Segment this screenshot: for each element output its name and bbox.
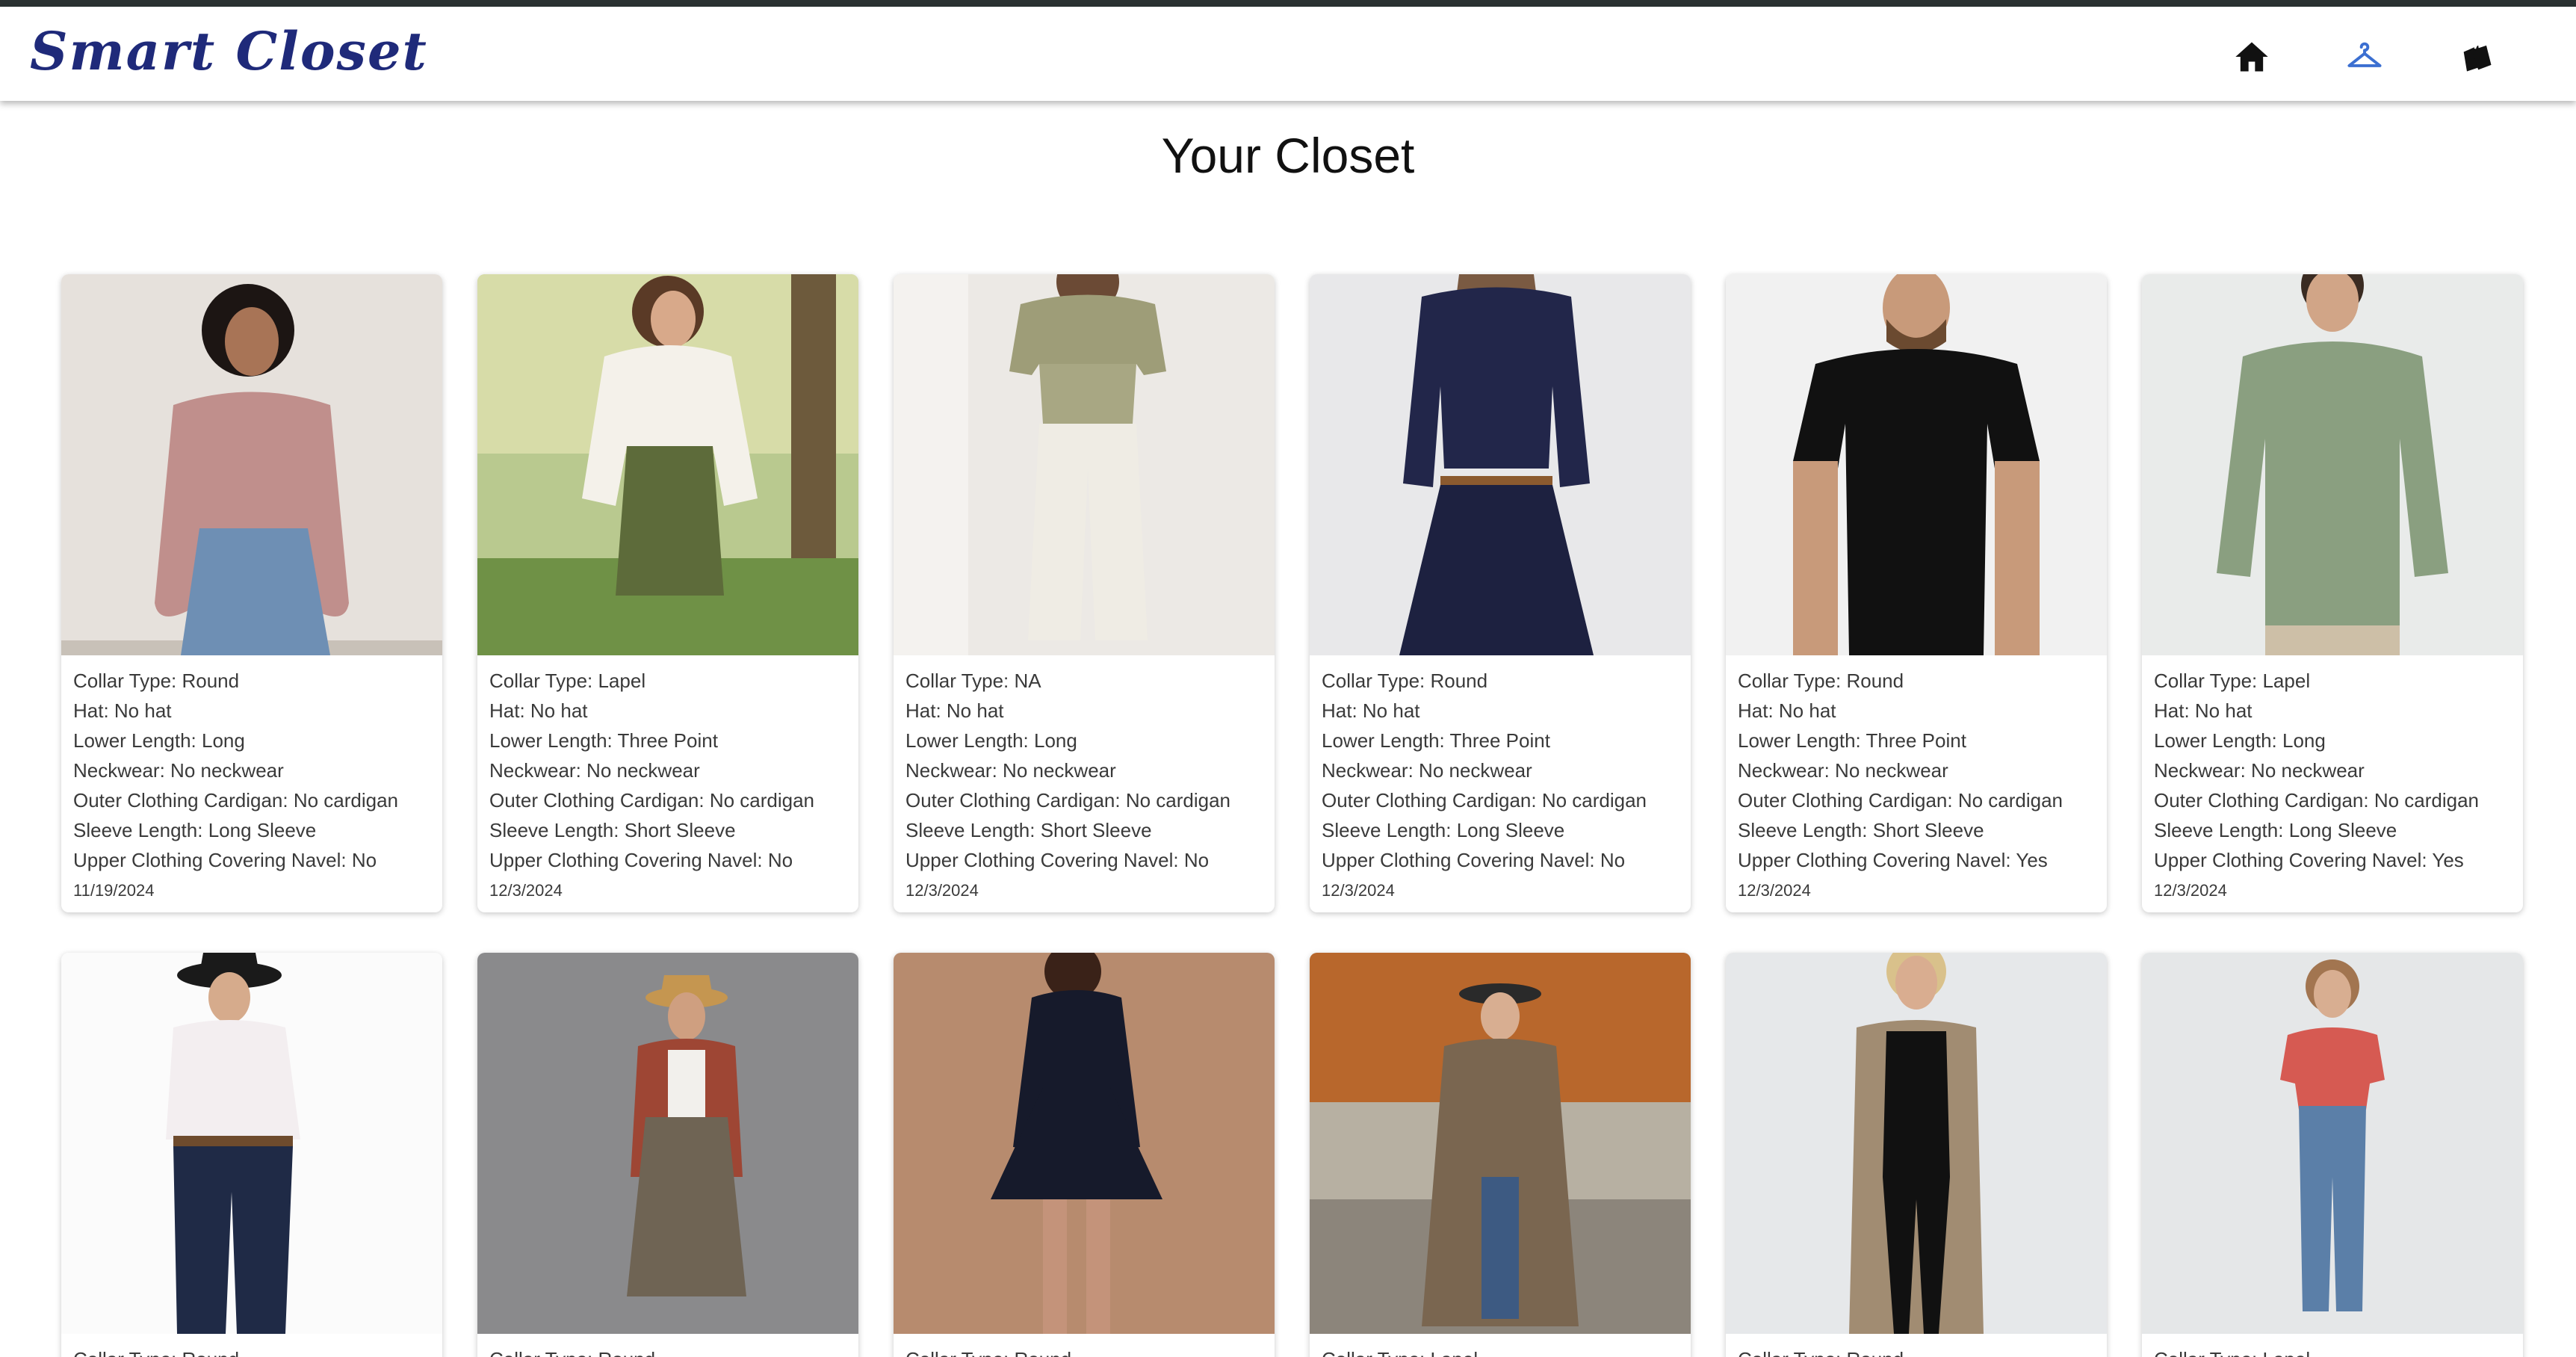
collar-type: Collar Type: Round bbox=[489, 1344, 846, 1357]
lower-length: Lower Length: Three Point bbox=[1322, 729, 1550, 752]
lower-length: Lower Length: Long bbox=[73, 729, 245, 752]
item-attributes: Collar Type: Round Hat: No hat Lower Len… bbox=[1310, 655, 1691, 912]
collar-type: Collar Type: Round bbox=[73, 1344, 430, 1357]
clothing-photo bbox=[477, 274, 858, 655]
navbar: Smart Closet bbox=[0, 7, 2576, 101]
outer-clothing-cardigan: Outer Clothing Cardigan: No cardigan bbox=[1738, 789, 2063, 812]
collar-type: Collar Type: Lapel bbox=[489, 670, 646, 692]
closet-item-card[interactable]: Collar Type: Round Hat: No hat Lower Len… bbox=[1310, 274, 1691, 912]
item-attributes: Collar Type: Round bbox=[61, 1334, 442, 1357]
sleeve-length: Sleeve Length: Short Sleeve bbox=[905, 819, 1152, 841]
closet-item-card[interactable]: Collar Type: Round Hat: No hat Lower Len… bbox=[1726, 274, 2107, 912]
sleeve-length: Sleeve Length: Long Sleeve bbox=[2154, 819, 2397, 841]
collar-type: Collar Type: Round bbox=[905, 1344, 1263, 1357]
neckwear: Neckwear: No neckwear bbox=[1322, 759, 1532, 782]
hat: Hat: No hat bbox=[489, 699, 588, 722]
item-date: 12/3/2024 bbox=[905, 881, 979, 900]
shopping-bag-icon[interactable] bbox=[2453, 34, 2500, 80]
clothing-photo bbox=[477, 953, 858, 1334]
outer-clothing-cardigan: Outer Clothing Cardigan: No cardigan bbox=[905, 789, 1231, 812]
closet-item-card[interactable]: Collar Type: Lapel bbox=[2142, 953, 2523, 1357]
neckwear: Neckwear: No neckwear bbox=[2154, 759, 2365, 782]
home-icon[interactable] bbox=[2229, 34, 2275, 80]
neckwear: Neckwear: No neckwear bbox=[1738, 759, 1948, 782]
collar-type: Collar Type: Round bbox=[1738, 1344, 2095, 1357]
item-date: 12/3/2024 bbox=[489, 881, 563, 900]
hat: Hat: No hat bbox=[73, 699, 172, 722]
closet-item-card[interactable]: Collar Type: Lapel Hat: No hat Lower Len… bbox=[477, 274, 858, 912]
upper-clothing-covering-navel: Upper Clothing Covering Navel: No bbox=[73, 849, 377, 871]
upper-clothing-covering-navel: Upper Clothing Covering Navel: Yes bbox=[1738, 849, 2048, 871]
item-date: 12/3/2024 bbox=[1738, 881, 1811, 900]
outer-clothing-cardigan: Outer Clothing Cardigan: No cardigan bbox=[2154, 789, 2480, 812]
outer-clothing-cardigan: Outer Clothing Cardigan: No cardigan bbox=[489, 789, 815, 812]
item-attributes: Collar Type: Round bbox=[894, 1334, 1275, 1357]
item-attributes: Collar Type: Lapel bbox=[2142, 1334, 2523, 1357]
neckwear: Neckwear: No neckwear bbox=[73, 759, 284, 782]
hat: Hat: No hat bbox=[905, 699, 1004, 722]
closet-item-card[interactable]: Collar Type: Round bbox=[1726, 953, 2107, 1357]
upper-clothing-covering-navel: Upper Clothing Covering Navel: No bbox=[1322, 849, 1626, 871]
item-date: 12/3/2024 bbox=[1322, 881, 1395, 900]
clothing-photo bbox=[894, 953, 1275, 1334]
lower-length: Lower Length: Three Point bbox=[1738, 729, 1966, 752]
clothing-photo bbox=[1310, 274, 1691, 655]
clothing-photo bbox=[1726, 953, 2107, 1334]
item-date: 11/19/2024 bbox=[73, 881, 155, 900]
hat: Hat: No hat bbox=[2154, 699, 2253, 722]
lower-length: Lower Length: Long bbox=[905, 729, 1077, 752]
app-title[interactable]: Smart Closet bbox=[30, 20, 428, 82]
outer-clothing-cardigan: Outer Clothing Cardigan: No cardigan bbox=[1322, 789, 1647, 812]
closet-item-card[interactable]: Collar Type: Round bbox=[894, 953, 1275, 1357]
item-attributes: Collar Type: Lapel Hat: No hat Lower Len… bbox=[477, 655, 858, 912]
lower-length: Lower Length: Long bbox=[2154, 729, 2326, 752]
collar-type: Collar Type: Lapel bbox=[2154, 1344, 2511, 1357]
closet-item-card[interactable]: Collar Type: NA Hat: No hat Lower Length… bbox=[894, 274, 1275, 912]
closet-item-card[interactable]: Collar Type: Lapel bbox=[1310, 953, 1691, 1357]
neckwear: Neckwear: No neckwear bbox=[489, 759, 700, 782]
closet-item-card[interactable]: Collar Type: Round Hat: No hat Lower Len… bbox=[61, 274, 442, 912]
hat: Hat: No hat bbox=[1738, 699, 1836, 722]
collar-type: Collar Type: Lapel bbox=[2154, 670, 2311, 692]
clothing-photo bbox=[61, 274, 442, 655]
item-date: 12/3/2024 bbox=[2154, 881, 2227, 900]
item-attributes: Collar Type: Round Hat: No hat Lower Len… bbox=[61, 655, 442, 912]
lower-length: Lower Length: Three Point bbox=[489, 729, 718, 752]
outer-clothing-cardigan: Outer Clothing Cardigan: No cardigan bbox=[73, 789, 399, 812]
upper-clothing-covering-navel: Upper Clothing Covering Navel: No bbox=[489, 849, 793, 871]
clothing-photo bbox=[2142, 274, 2523, 655]
closet-item-card[interactable]: Collar Type: Lapel Hat: No hat Lower Len… bbox=[2142, 274, 2523, 912]
upper-clothing-covering-navel: Upper Clothing Covering Navel: No bbox=[905, 849, 1210, 871]
clothing-photo bbox=[61, 953, 442, 1334]
sleeve-length: Sleeve Length: Short Sleeve bbox=[489, 819, 736, 841]
item-attributes: Collar Type: Round bbox=[1726, 1334, 2107, 1357]
sleeve-length: Sleeve Length: Short Sleeve bbox=[1738, 819, 1984, 841]
item-attributes: Collar Type: Lapel bbox=[1310, 1334, 1691, 1357]
neckwear: Neckwear: No neckwear bbox=[905, 759, 1116, 782]
clothing-photo bbox=[2142, 953, 2523, 1334]
clothing-photo bbox=[1726, 274, 2107, 655]
collar-type: Collar Type: Round bbox=[1738, 670, 1904, 692]
collar-type: Collar Type: Round bbox=[73, 670, 240, 692]
collar-type: Collar Type: NA bbox=[905, 670, 1041, 692]
clothing-photo bbox=[894, 274, 1275, 655]
upper-clothing-covering-navel: Upper Clothing Covering Navel: Yes bbox=[2154, 849, 2464, 871]
item-attributes: Collar Type: Lapel Hat: No hat Lower Len… bbox=[2142, 655, 2523, 912]
item-attributes: Collar Type: NA Hat: No hat Lower Length… bbox=[894, 655, 1275, 912]
clothing-photo bbox=[1310, 953, 1691, 1334]
closet-item-card[interactable]: Collar Type: Round bbox=[477, 953, 858, 1357]
collar-type: Collar Type: Round bbox=[1322, 670, 1488, 692]
hanger-icon[interactable] bbox=[2341, 34, 2388, 80]
item-attributes: Collar Type: Round bbox=[477, 1334, 858, 1357]
page-title: Your Closet bbox=[1161, 128, 1415, 183]
hat: Hat: No hat bbox=[1322, 699, 1420, 722]
sleeve-length: Sleeve Length: Long Sleeve bbox=[73, 819, 317, 841]
closet-item-card[interactable]: Collar Type: Round bbox=[61, 953, 442, 1357]
top-accent-bar bbox=[0, 0, 2576, 7]
collar-type: Collar Type: Lapel bbox=[1322, 1344, 1679, 1357]
item-attributes: Collar Type: Round Hat: No hat Lower Len… bbox=[1726, 655, 2107, 912]
sleeve-length: Sleeve Length: Long Sleeve bbox=[1322, 819, 1565, 841]
